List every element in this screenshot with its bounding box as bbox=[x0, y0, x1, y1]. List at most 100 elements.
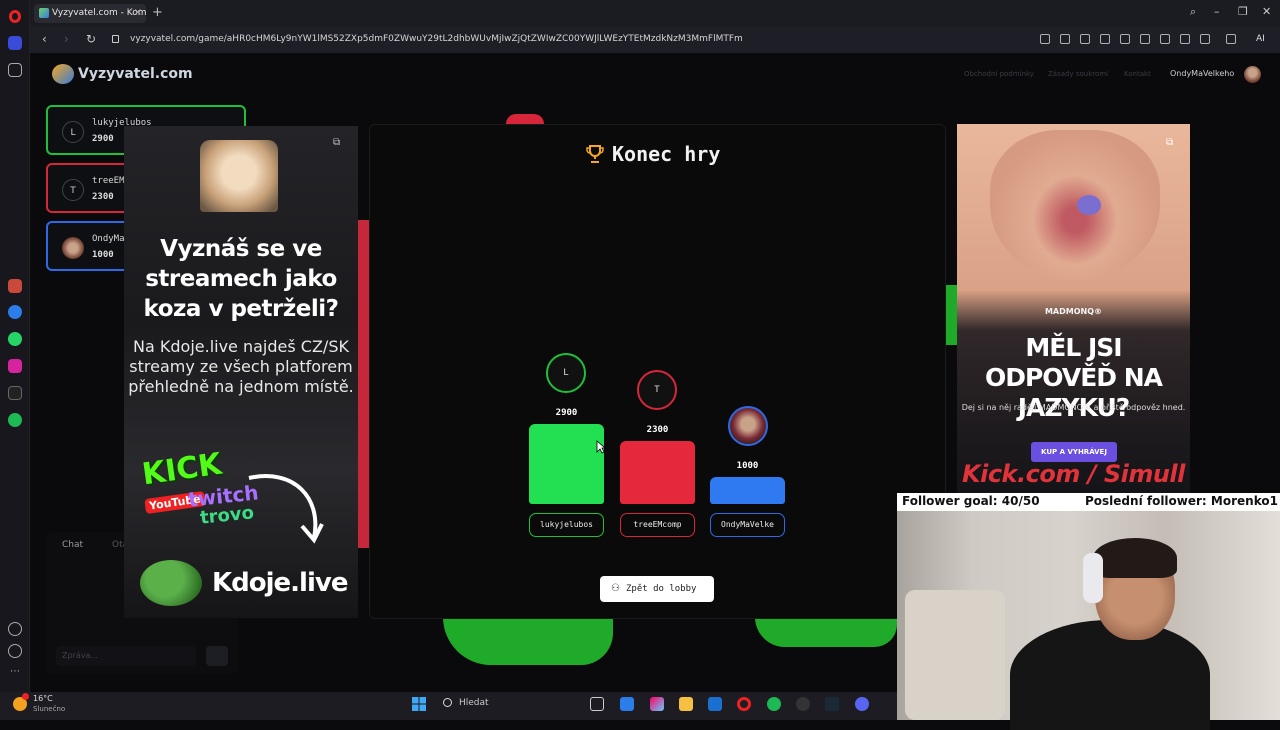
ad-left-headline: Vyznáš se ve streamech jako koza v petrž… bbox=[143, 236, 339, 322]
chat-input[interactable]: Zpráva... bbox=[56, 646, 196, 666]
ad-right-body: Dej si na něj raději MADMONQ® a příště o… bbox=[961, 403, 1186, 412]
reload-icon[interactable]: ↻ bbox=[86, 32, 96, 46]
profile-icon[interactable] bbox=[1200, 34, 1210, 44]
player-name: treeEM bbox=[92, 176, 125, 186]
avatar[interactable] bbox=[1244, 66, 1261, 83]
close-window-icon[interactable]: ✕ bbox=[1262, 5, 1271, 18]
site-title[interactable]: Vyzyvatel.com bbox=[78, 66, 193, 82]
close-tab-icon[interactable]: × bbox=[134, 7, 142, 18]
shield-icon[interactable] bbox=[1100, 34, 1110, 44]
nav-privacy-link[interactable]: Zásady soukromí bbox=[1048, 70, 1108, 78]
heart-icon[interactable] bbox=[1140, 34, 1150, 44]
weather-temperature[interactable]: 16°C bbox=[33, 694, 53, 703]
podium-name: lukyjelubos bbox=[529, 513, 604, 537]
browser-tab[interactable]: Vyzyvatel.com - Komu × bbox=[34, 4, 146, 23]
podium-avatar: T bbox=[637, 370, 677, 410]
more-icon[interactable]: ⋯ bbox=[8, 666, 22, 680]
search-tabs-icon[interactable]: ⌕ bbox=[1190, 5, 1196, 19]
notification-badge bbox=[22, 693, 29, 700]
mouse-cursor-icon bbox=[596, 440, 606, 454]
spotify-taskbar-icon[interactable] bbox=[767, 697, 781, 711]
trophy-icon bbox=[586, 145, 604, 163]
ad-model-image bbox=[990, 130, 1160, 280]
spotify-icon[interactable] bbox=[8, 413, 22, 427]
discord-icon[interactable] bbox=[855, 697, 869, 711]
user-menu-name[interactable]: OndyMaVelkeho bbox=[1170, 69, 1234, 78]
download-icon[interactable] bbox=[1160, 34, 1170, 44]
camera-icon[interactable] bbox=[1080, 34, 1090, 44]
podium-avatar: L bbox=[546, 353, 586, 393]
edit-icon[interactable] bbox=[1060, 34, 1070, 44]
obs-icon[interactable] bbox=[796, 697, 810, 711]
ad-pill-image bbox=[1077, 195, 1101, 215]
pepe-image bbox=[140, 560, 202, 606]
external-link-icon[interactable]: ⧉ bbox=[1166, 137, 1173, 148]
ad-cat-image bbox=[200, 140, 278, 212]
minimize-icon[interactable]: – bbox=[1214, 5, 1220, 18]
taskbar-search[interactable]: Hledat bbox=[437, 695, 577, 714]
player-score: 1000 bbox=[92, 250, 114, 260]
arrow-icon bbox=[248, 474, 324, 544]
player-score: 2300 bbox=[92, 192, 114, 202]
weather-description[interactable]: Slunečno bbox=[33, 705, 65, 713]
last-follower: Poslední follower: Morenko1 bbox=[1085, 494, 1278, 508]
opera-logo-icon[interactable] bbox=[9, 10, 21, 23]
file-explorer-icon[interactable] bbox=[679, 697, 693, 711]
tab-title: Vyzyvatel.com - Komu bbox=[52, 8, 146, 18]
menu-icon[interactable] bbox=[1180, 34, 1190, 44]
x-twitter-icon[interactable] bbox=[8, 386, 22, 400]
messenger-icon[interactable] bbox=[8, 305, 22, 319]
nav-contact-link[interactable]: Kontakt bbox=[1124, 70, 1151, 78]
steam-icon[interactable] bbox=[825, 697, 839, 711]
player-name: OndyMa bbox=[92, 234, 125, 244]
heart-sidebar-icon[interactable] bbox=[8, 622, 22, 636]
ai-button[interactable]: AI bbox=[1256, 34, 1265, 44]
podium-avatar bbox=[728, 406, 768, 446]
star-icon[interactable] bbox=[8, 63, 22, 77]
nav-terms-link[interactable]: Obchodní podmínky bbox=[964, 70, 1034, 78]
browser-sidebar bbox=[0, 0, 30, 692]
play-icon[interactable] bbox=[1120, 34, 1130, 44]
tab-chat[interactable]: Chat bbox=[62, 540, 83, 550]
gmail-icon[interactable] bbox=[8, 279, 22, 293]
opera-taskbar-icon[interactable] bbox=[737, 697, 751, 711]
whatsapp-icon[interactable] bbox=[8, 332, 22, 346]
map-fragment bbox=[946, 285, 957, 345]
player-avatar bbox=[62, 237, 84, 259]
follower-goal: Follower goal: 40/50 bbox=[902, 494, 1040, 508]
forward-icon[interactable]: › bbox=[64, 32, 69, 46]
podium-bar bbox=[710, 477, 785, 504]
player-score: 2900 bbox=[92, 134, 114, 144]
copilot-icon[interactable] bbox=[650, 697, 664, 711]
player-avatar: T bbox=[62, 179, 84, 201]
modal-title: Konec hry bbox=[612, 142, 721, 166]
player-avatar: L bbox=[62, 121, 84, 143]
external-link-icon[interactable]: ⧉ bbox=[333, 137, 340, 148]
podium-score: 2900 bbox=[555, 408, 578, 418]
webcam-person bbox=[1093, 538, 1177, 578]
windows-start-icon[interactable] bbox=[412, 697, 426, 711]
map-fragment bbox=[443, 617, 613, 665]
new-tab-icon[interactable]: + bbox=[152, 5, 163, 20]
headphones-icon bbox=[1083, 553, 1103, 603]
browser-tab-bar bbox=[0, 0, 1280, 27]
send-button[interactable] bbox=[206, 646, 228, 666]
site-logo-icon[interactable] bbox=[52, 64, 74, 84]
key-icon[interactable] bbox=[1040, 34, 1050, 44]
url-field[interactable]: vyzyvatel.com/game/aHR0cHM6Ly9nYW1lMS52Z… bbox=[106, 31, 1246, 49]
users-icon: ⚇ bbox=[611, 583, 620, 594]
extensions-icon[interactable] bbox=[1226, 34, 1236, 44]
home-icon[interactable] bbox=[8, 36, 22, 50]
history-icon[interactable] bbox=[8, 644, 22, 658]
ad-buy-button[interactable]: KUP A VYHRÁVEJ bbox=[1031, 442, 1117, 462]
podium-name: treeEMcomp bbox=[620, 513, 695, 537]
map-fragment bbox=[755, 617, 897, 647]
instagram-icon[interactable] bbox=[8, 359, 22, 373]
store-icon[interactable] bbox=[620, 697, 634, 711]
outlook-icon[interactable] bbox=[708, 697, 722, 711]
map-fragment bbox=[358, 220, 369, 548]
back-icon[interactable]: ‹ bbox=[42, 32, 47, 46]
task-view-icon[interactable] bbox=[590, 697, 604, 711]
maximize-icon[interactable]: ❐ bbox=[1238, 5, 1248, 18]
site-favicon-icon bbox=[39, 8, 49, 18]
